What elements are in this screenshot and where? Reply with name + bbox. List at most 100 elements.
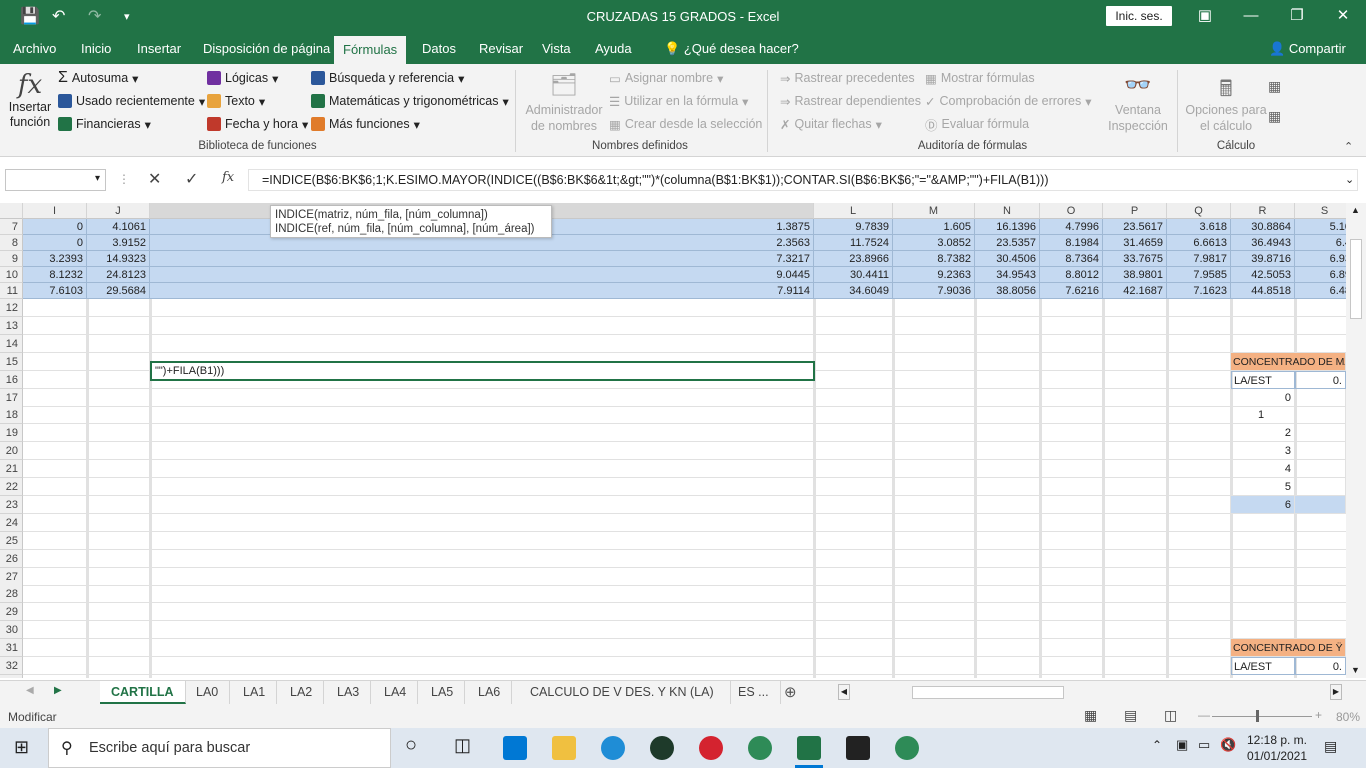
row-header[interactable]: 23 (0, 495, 23, 514)
table-cell[interactable]: 7.9817 (1167, 251, 1231, 267)
tab-revisar[interactable]: Revisar (470, 33, 532, 64)
trace-precedents-button[interactable]: ⇒ Rastrear precedentes (780, 68, 915, 88)
side-table-cell[interactable] (1295, 442, 1346, 461)
row-header[interactable]: 31 (0, 639, 23, 658)
row-header[interactable]: 18 (0, 406, 23, 425)
zoom-level[interactable]: 80% (1336, 710, 1360, 724)
table-cell[interactable]: 7.3217 (150, 251, 814, 267)
row-header[interactable]: 12 (0, 299, 23, 317)
table-cell[interactable]: 30.4506 (975, 251, 1040, 267)
table-cell[interactable]: 3.2393 (23, 251, 87, 267)
table-cell[interactable]: 3.9152 (87, 235, 150, 251)
column-header[interactable]: I (23, 203, 87, 219)
prev-sheet-icon[interactable]: ◀ (26, 685, 34, 696)
row-header[interactable]: 11 (0, 283, 23, 299)
select-all-corner[interactable] (0, 203, 23, 219)
table-cell[interactable]: 9.7839 (814, 219, 893, 235)
notifications-icon[interactable]: ▤ (1324, 738, 1337, 755)
side-table-cell[interactable] (1295, 495, 1346, 514)
table-cell[interactable]: 34.6049 (814, 283, 893, 299)
row-header[interactable]: 13 (0, 316, 23, 335)
table-cell[interactable]: 3.0852 (893, 235, 975, 251)
file-explorer-icon[interactable] (552, 736, 576, 760)
row-header[interactable]: 24 (0, 513, 23, 532)
page-break-icon[interactable]: ◫ (1164, 707, 1177, 724)
grid-row[interactable] (23, 460, 1346, 479)
table-cell[interactable]: 6.4 (1295, 235, 1346, 251)
mail-icon[interactable] (503, 736, 527, 760)
sheet-tab[interactable]: LA2 (279, 681, 325, 704)
table-cell[interactable]: 4.7996 (1040, 219, 1103, 235)
sheet-tab[interactable]: LA6 (467, 681, 513, 704)
column-header[interactable]: N (975, 203, 1040, 219)
table-cell[interactable]: 30.8864 (1231, 219, 1295, 235)
sheet-tab[interactable]: LA1 (232, 681, 278, 704)
tab-insertar[interactable]: Insertar (128, 33, 190, 64)
scroll-up-icon[interactable]: ▲ (1351, 205, 1360, 215)
table-cell[interactable]: 23.5617 (1103, 219, 1167, 235)
table-cell[interactable]: 0 (23, 219, 87, 235)
table-cell[interactable]: 7.9036 (893, 283, 975, 299)
zoom-slider[interactable] (1212, 716, 1312, 717)
vertical-scrollbar[interactable]: ▲ ▼ (1346, 203, 1366, 678)
row-header[interactable]: 33 (0, 674, 23, 678)
trace-dependents-button[interactable]: ⇒ Rastrear dependientes (780, 91, 921, 111)
table-cell[interactable]: 1.605 (893, 219, 975, 235)
upwork-icon[interactable] (650, 736, 674, 760)
table-cell[interactable]: 8.1232 (23, 267, 87, 283)
table-cell[interactable]: 8.1984 (1040, 235, 1103, 251)
sheet-tab[interactable]: LA3 (326, 681, 372, 704)
table-cell[interactable]: 6.93 (1295, 251, 1346, 267)
network-icon[interactable]: ▭ (1198, 737, 1210, 753)
table-cell[interactable]: 34.9543 (975, 267, 1040, 283)
clock[interactable]: 12:18 p. m. 01/01/2021 (1246, 732, 1308, 764)
table-cell[interactable]: 44.8518 (1231, 283, 1295, 299)
share-button[interactable]: 👤 Compartir (1260, 33, 1355, 64)
zoom-thumb[interactable] (1256, 710, 1259, 722)
column-header[interactable]: S (1295, 203, 1346, 219)
row-header[interactable]: 28 (0, 585, 23, 604)
minimize-icon[interactable]: — (1228, 4, 1274, 28)
row-header[interactable]: 30 (0, 621, 23, 640)
table-cell[interactable]: 3.618 (1167, 219, 1231, 235)
table-cell[interactable]: 9.2363 (893, 267, 975, 283)
table-cell[interactable]: 39.8716 (1231, 251, 1295, 267)
watch-window-button[interactable]: 👓 Ventana Inspección (1104, 72, 1172, 134)
row-header[interactable]: 15 (0, 352, 23, 371)
row-header[interactable]: 32 (0, 657, 23, 675)
row-header[interactable]: 29 (0, 603, 23, 622)
grid-row[interactable] (23, 424, 1346, 443)
math-button[interactable]: Matemáticas y trigonométricas ▾ (311, 91, 509, 111)
grid-row[interactable] (23, 496, 1346, 514)
table-cell[interactable]: 24.8123 (87, 267, 150, 283)
table-cell[interactable]: 5.10 (1295, 219, 1346, 235)
table-cell[interactable]: 7.6103 (23, 283, 87, 299)
next-sheet-icon[interactable]: ▶ (54, 685, 62, 696)
row-header[interactable]: 8 (0, 235, 23, 251)
autosum-button[interactable]: Σ Autosuma ▾ (58, 68, 138, 88)
windows-start-icon[interactable]: ⊞ (14, 737, 29, 758)
logical-button[interactable]: Lógicas ▾ (207, 68, 278, 88)
table-cell[interactable]: 42.1687 (1103, 283, 1167, 299)
calc-now-icon[interactable]: ▦ (1268, 78, 1281, 95)
side-table-cell[interactable]: 0 (1231, 674, 1295, 678)
table-cell[interactable]: 8.7382 (893, 251, 975, 267)
grid-row[interactable] (23, 532, 1346, 550)
financial-button[interactable]: Financieras ▾ (58, 114, 151, 134)
side-table-cell[interactable] (1295, 406, 1346, 425)
calc-options-button[interactable]: 🖩 Opciones para el cálculo (1184, 72, 1268, 134)
meet-now-icon[interactable]: ▣ (1176, 737, 1188, 753)
zoom-in-icon[interactable]: + (1315, 708, 1322, 722)
tab-inicio[interactable]: Inicio (72, 33, 120, 64)
side-table-cell[interactable]: 1 (1231, 406, 1295, 425)
side-table-cell[interactable]: 6 (1231, 495, 1295, 514)
row-header[interactable]: 10 (0, 267, 23, 283)
normal-view-icon[interactable]: ▦ (1084, 707, 1097, 724)
row-header[interactable]: 9 (0, 251, 23, 267)
column-header[interactable]: M (893, 203, 975, 219)
grid-row[interactable] (23, 514, 1346, 532)
column-header[interactable]: L (814, 203, 893, 219)
table-cell[interactable]: 9.0445 (150, 267, 814, 283)
grid-row[interactable] (23, 550, 1346, 568)
sheet-tab[interactable]: LA0 (185, 681, 231, 704)
